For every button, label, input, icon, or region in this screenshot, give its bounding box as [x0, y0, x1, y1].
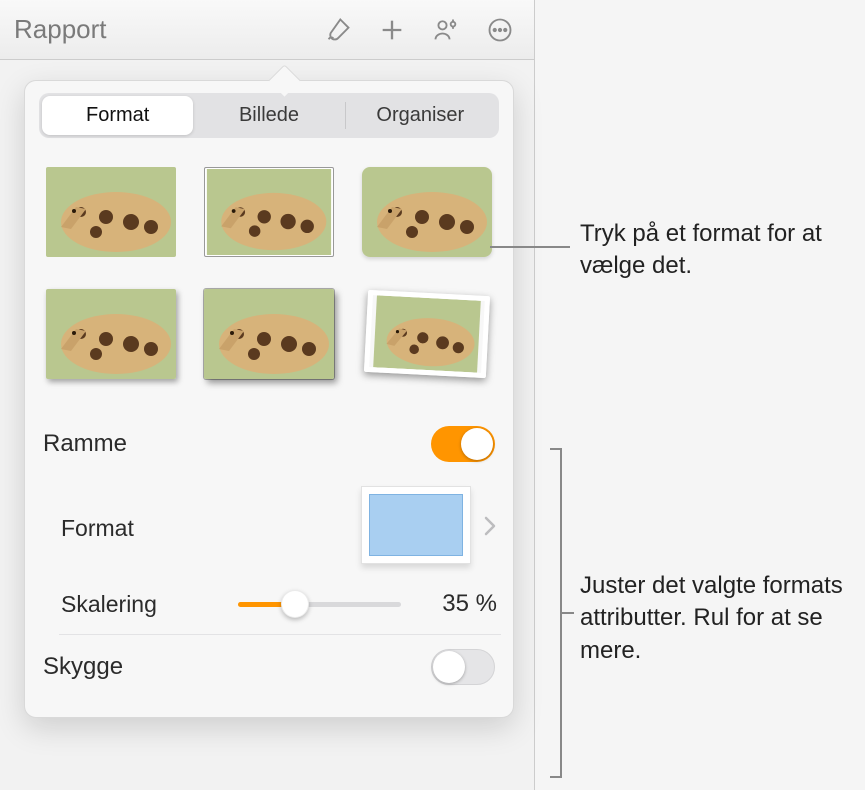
ramme-row: Ramme [39, 412, 499, 476]
style-thumb-4[interactable] [41, 282, 181, 386]
style-thumb-6[interactable] [354, 278, 499, 389]
collab-icon[interactable] [426, 10, 466, 50]
callout-text-1: Tryk på et format for at vælge det. [580, 218, 850, 283]
callout-line-2 [562, 612, 574, 614]
callout-bracket [552, 448, 562, 778]
style-thumb-2[interactable] [199, 160, 339, 264]
skygge-label: Skygge [43, 653, 431, 681]
chevron-right-icon [483, 513, 497, 544]
skalering-label: Skalering [61, 591, 224, 618]
skalering-value: 35 % [425, 590, 497, 618]
ramme-toggle[interactable] [431, 426, 495, 462]
style-thumb-1[interactable] [41, 160, 181, 264]
skygge-toggle[interactable] [431, 649, 495, 685]
format-row[interactable]: Format [61, 476, 497, 580]
callout-line-1 [490, 246, 570, 248]
skalering-row: Skalering 35 % [61, 580, 497, 628]
tab-format[interactable]: Format [42, 96, 193, 135]
format-label: Format [61, 515, 361, 542]
format-popover: Format Billede Organiser Ramme Format [24, 80, 514, 718]
plus-icon[interactable] [372, 10, 412, 50]
app-window: Rapport [0, 0, 535, 790]
style-thumb-3[interactable] [357, 160, 497, 264]
tab-billede[interactable]: Billede [193, 96, 344, 135]
skygge-row: Skygge [39, 635, 499, 699]
document-title: Rapport [14, 14, 107, 45]
format-preview [361, 486, 471, 564]
callout-text-2: Juster det valgte formats attributter. R… [580, 570, 860, 667]
ramme-subsection: Format Skalering 35 % [39, 476, 499, 628]
tab-organiser[interactable]: Organiser [345, 96, 496, 135]
style-thumb-5[interactable] [199, 282, 339, 386]
app-toolbar: Rapport [0, 0, 534, 60]
ramme-label: Ramme [43, 430, 431, 458]
tab-bar: Format Billede Organiser [39, 93, 499, 138]
more-icon[interactable] [480, 10, 520, 50]
skalering-slider[interactable] [238, 594, 401, 614]
styles-grid [39, 156, 499, 390]
brush-icon[interactable] [318, 10, 358, 50]
